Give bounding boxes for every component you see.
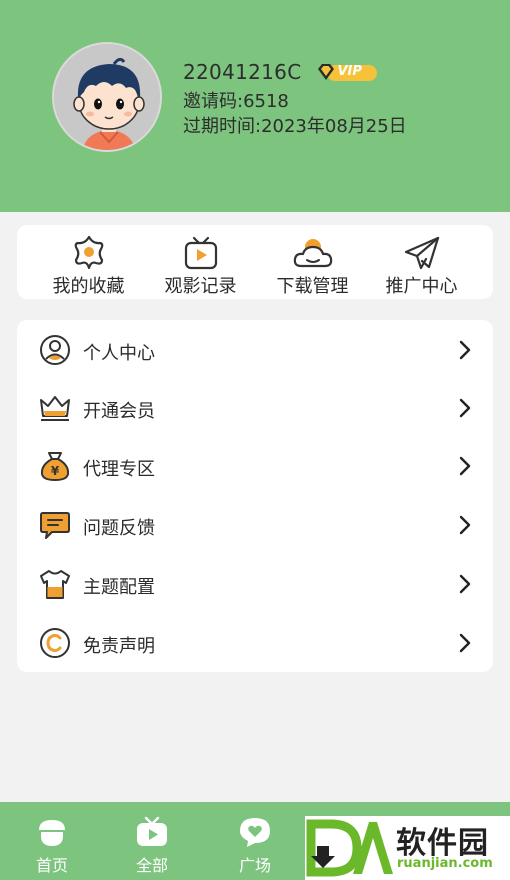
- tv-icon: [137, 816, 167, 846]
- tab-all[interactable]: 全部: [100, 802, 204, 880]
- flower-star-icon: [74, 235, 103, 270]
- tab-square[interactable]: 广场: [203, 802, 307, 880]
- acorn-home-icon: [39, 820, 65, 846]
- menu-label: 问题反馈: [83, 518, 155, 539]
- menu-label: 个人中心: [83, 343, 155, 364]
- chevron-right-icon: [459, 398, 471, 418]
- copyright-icon: [40, 628, 70, 658]
- tab-home[interactable]: 首页: [0, 802, 104, 880]
- site-watermark: 软件园 ruanjian.com: [305, 816, 510, 880]
- quick-promotion-label: 推广中心: [385, 276, 458, 297]
- menu-item-personal-center[interactable]: 个人中心: [17, 321, 493, 379]
- diamond-icon: [318, 64, 335, 80]
- menu-item-open-membership[interactable]: 开通会员: [17, 379, 493, 437]
- vip-badge: VIP: [315, 61, 378, 83]
- cartoon-avatar-icon: [54, 44, 160, 150]
- user-id: 22041216C: [183, 60, 302, 84]
- quick-history-label: 观影记录: [164, 276, 237, 297]
- svg-text:¥: ¥: [51, 464, 60, 478]
- heart-bubble-icon: [240, 818, 270, 847]
- quick-actions-card: 我的收藏 观影记录 下载管理 推广中心: [17, 225, 493, 299]
- menu-item-disclaimer[interactable]: 免责声明: [17, 614, 493, 672]
- chevron-right-icon: [459, 340, 471, 360]
- expire-date: 过期时间:2023年08月25日: [183, 116, 407, 137]
- quick-favorites-label: 我的收藏: [52, 276, 125, 297]
- menu-label: 免责声明: [83, 636, 155, 657]
- quick-downloads[interactable]: 下载管理: [253, 225, 372, 299]
- crown-icon: [40, 396, 70, 421]
- menu-list-card: 个人中心 开通会员 ¥ 代理专区 问题反馈 主题配置 免责声明: [17, 320, 493, 672]
- menu-label: 开通会员: [83, 401, 155, 422]
- chevron-right-icon: [459, 633, 471, 653]
- user-circle-icon: [40, 335, 70, 365]
- quick-history[interactable]: 观影记录: [141, 225, 260, 299]
- user-id-row: 22041216C VIP: [183, 59, 378, 85]
- tshirt-icon: [40, 570, 70, 599]
- cloud-sun-icon: [293, 239, 332, 268]
- watermark-brand-en: ruanjian.com: [397, 856, 493, 871]
- quick-downloads-label: 下载管理: [276, 276, 349, 297]
- chat-bubble-icon: [40, 512, 70, 539]
- menu-label: 代理专区: [83, 459, 155, 480]
- chevron-right-icon: [459, 574, 471, 594]
- invite-code: 邀请码:6518: [183, 91, 289, 112]
- menu-label: 主题配置: [83, 577, 155, 598]
- quick-promotion[interactable]: 推广中心: [362, 225, 481, 299]
- quick-favorites[interactable]: 我的收藏: [29, 225, 148, 299]
- money-bag-icon: ¥: [40, 452, 70, 481]
- tab-square-label: 广场: [238, 856, 271, 875]
- menu-item-agent-zone[interactable]: ¥ 代理专区: [17, 437, 493, 495]
- chevron-right-icon: [459, 456, 471, 476]
- profile-header: 22041216C VIP 邀请码:6518 过期时间:2023年08月25日: [0, 0, 510, 212]
- da-logo-icon: [306, 819, 393, 877]
- avatar[interactable]: [52, 42, 162, 152]
- tab-home-label: 首页: [35, 856, 68, 875]
- tv-play-icon: [184, 236, 217, 270]
- menu-item-feedback[interactable]: 问题反馈: [17, 496, 493, 554]
- vip-label: VIP: [337, 64, 362, 79]
- menu-item-theme[interactable]: 主题配置: [17, 555, 493, 613]
- tab-all-label: 全部: [135, 856, 168, 875]
- paper-plane-icon: [404, 236, 439, 270]
- chevron-right-icon: [459, 515, 471, 535]
